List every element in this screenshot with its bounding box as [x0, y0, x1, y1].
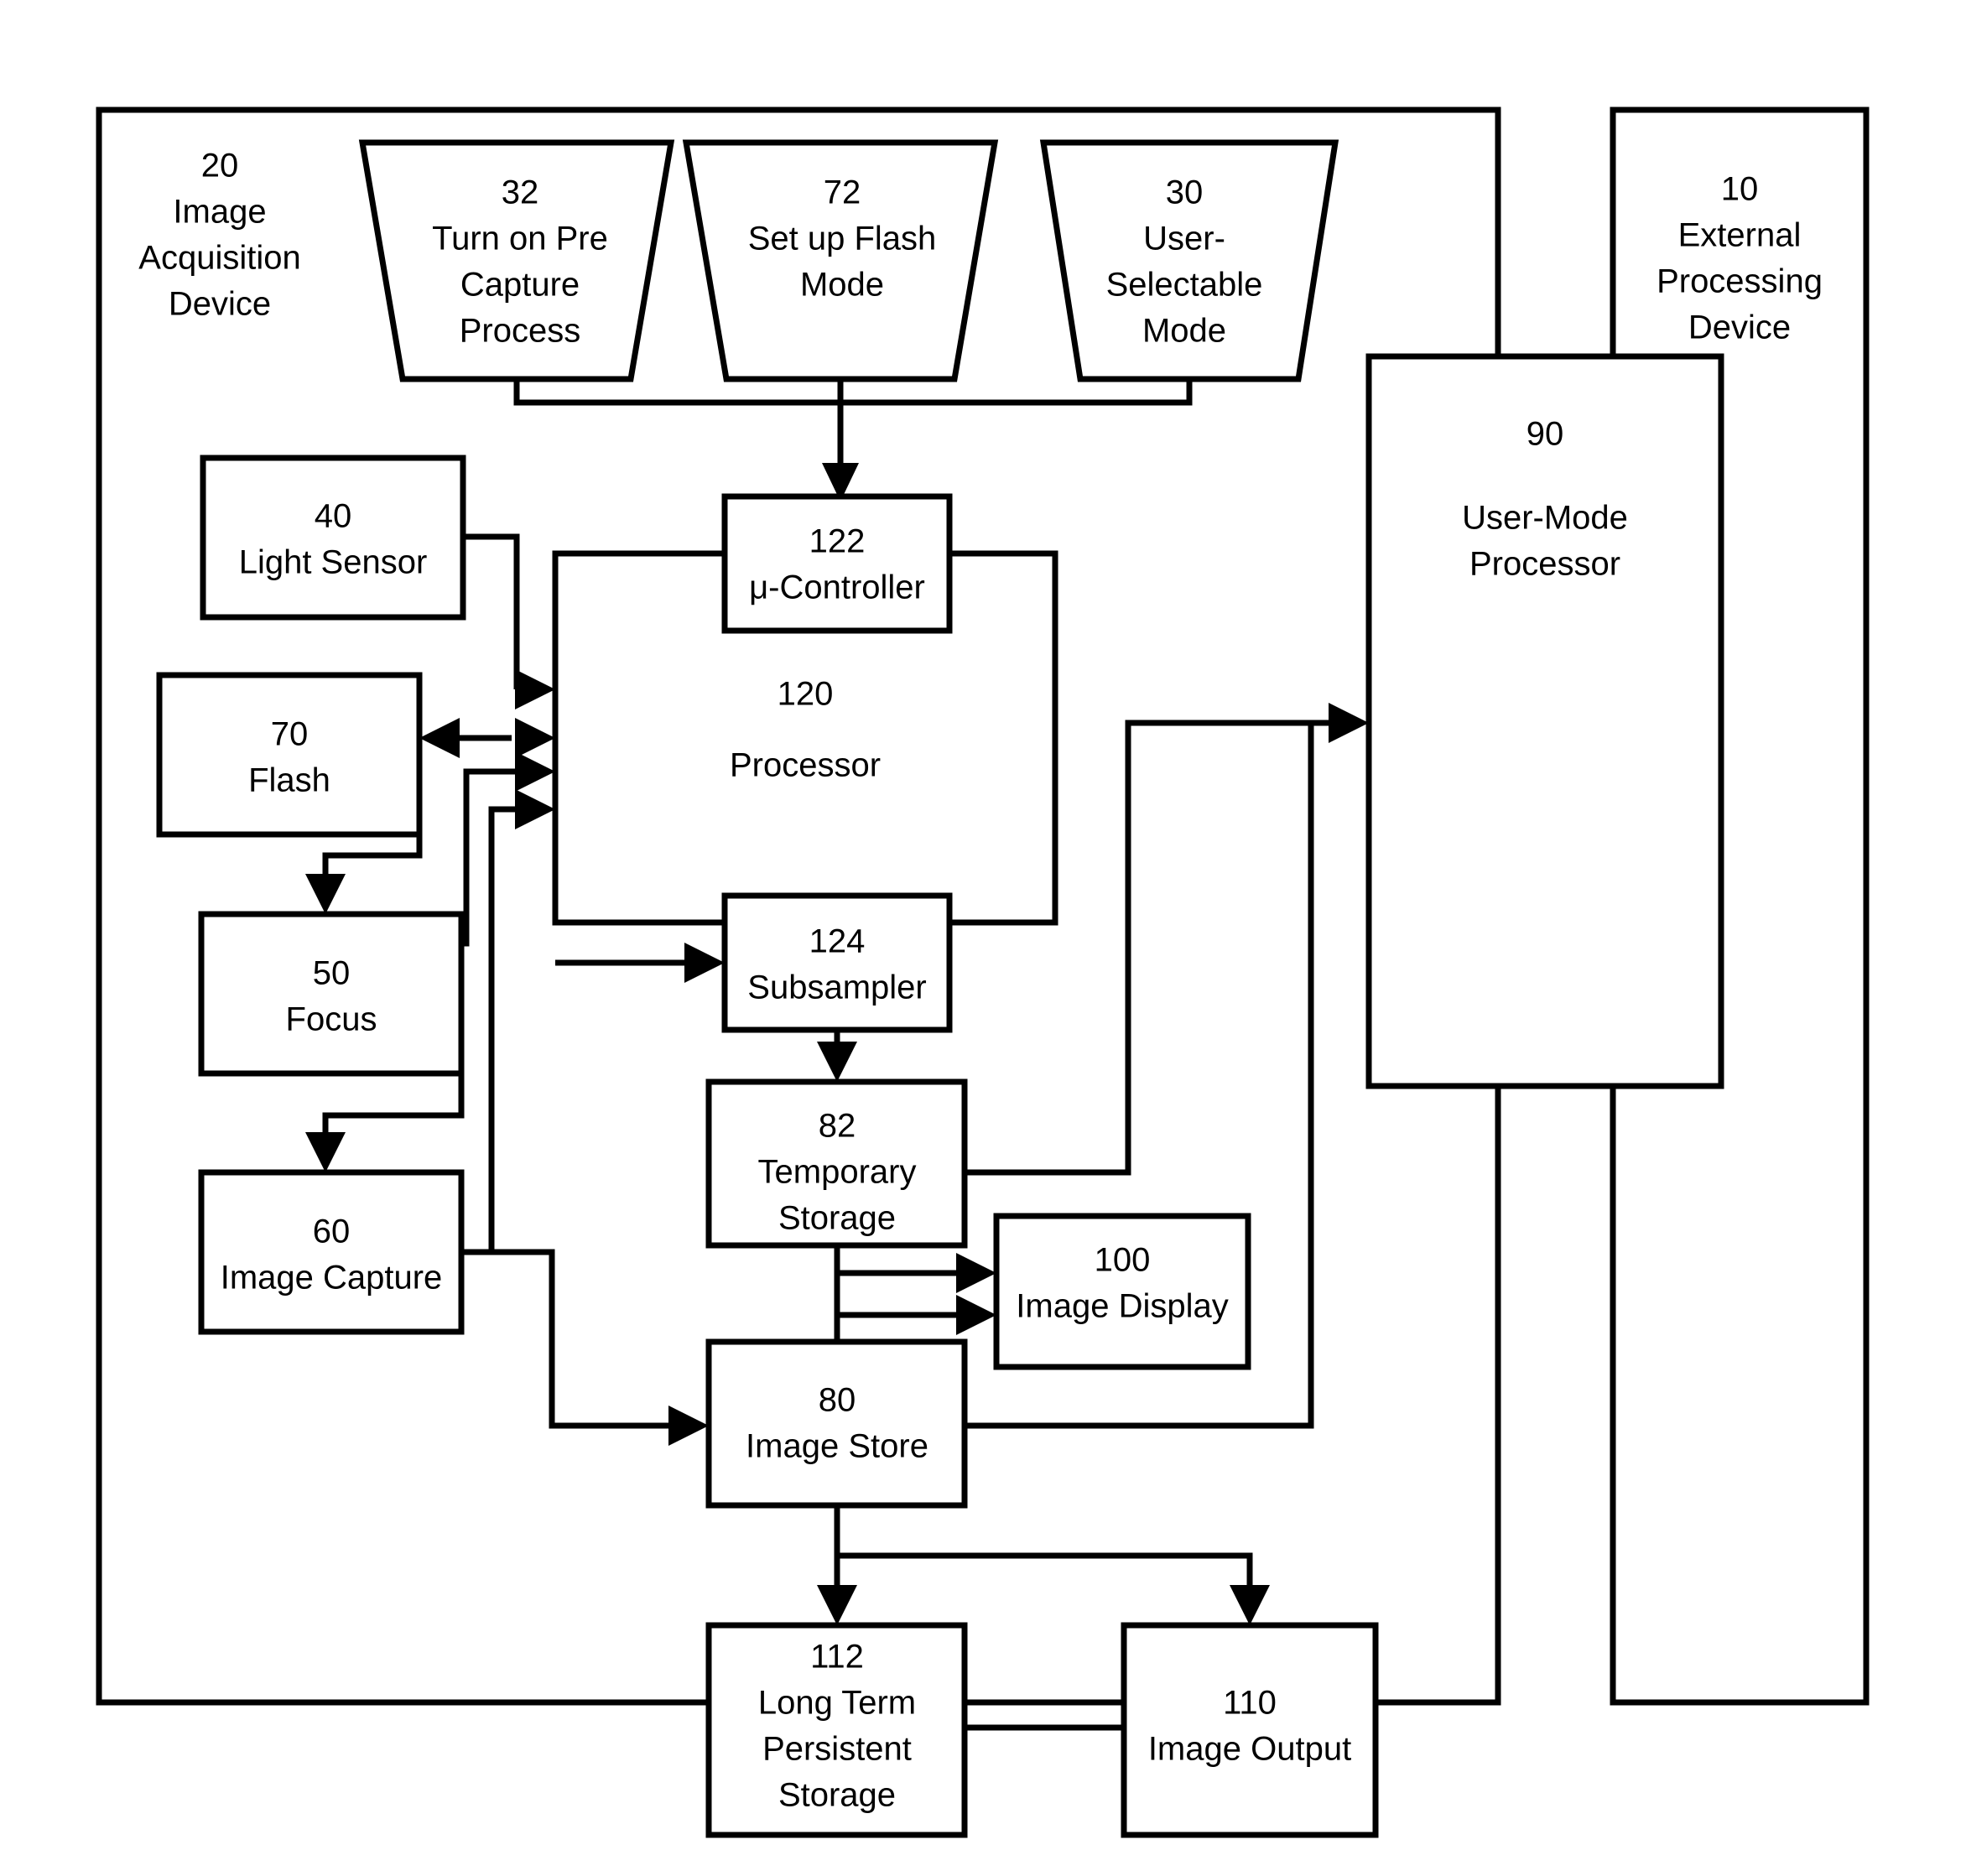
trapezoid-72-line2: Mode [800, 267, 884, 304]
block-image-store[interactable] [705, 1338, 968, 1509]
container-10-line2: Processing [1657, 263, 1823, 300]
arrowhead-image-store-to-image-display [956, 1295, 996, 1335]
arrowhead-image-capture-to-processor [515, 789, 555, 829]
block-112-line2: Persistent [762, 1731, 912, 1768]
block-70-ref: 70 [271, 716, 309, 753]
block-90-line2: Processor [1469, 546, 1620, 583]
block-120-line1: Processor [730, 747, 881, 784]
block-light-sensor[interactable] [200, 455, 466, 621]
connection-temporary-storage-to-user-mode-processor [965, 720, 1334, 1176]
block-82-line1: Temporary [758, 1154, 917, 1191]
block-110-ref: 110 [1223, 1685, 1277, 1722]
container-10-line1: External [1678, 217, 1802, 254]
block-40-ref: 40 [315, 498, 352, 535]
trapezoid-30-line3: Mode [1142, 313, 1226, 350]
block-subsampler[interactable] [721, 892, 953, 1033]
arrowhead-processor-to-subsampler [684, 943, 725, 983]
block-100-ref: 100 [1095, 1242, 1151, 1279]
trapezoid-32-line2: Capture [460, 267, 580, 304]
container-20-line3: Device [169, 286, 271, 323]
block-50-ref: 50 [313, 955, 351, 992]
block-124-ref: 124 [809, 923, 866, 960]
connection-image-capture-to-image-store [461, 1249, 678, 1429]
arrowhead-image-store-to-long-term-storage [817, 1585, 857, 1625]
block-80-line1: Image Store [746, 1428, 928, 1465]
block-110-line1: Image Output [1148, 1731, 1351, 1768]
block-112-ref: 112 [810, 1639, 864, 1676]
block-122-line1: μ-Controller [749, 569, 925, 606]
arrowhead-subsampler-to-temporary-storage [817, 1042, 857, 1082]
block-80-ref: 80 [819, 1382, 856, 1419]
connection-trapezoid-bus [513, 379, 1193, 406]
block-122-ref: 122 [809, 523, 866, 560]
block-40-line1: Light Sensor [239, 544, 428, 581]
block-82-ref: 82 [819, 1108, 856, 1145]
container-20-ref: 20 [201, 148, 239, 184]
block-image-capture[interactable] [198, 1169, 465, 1335]
block-70-line1: Flash [248, 762, 330, 799]
trapezoid-32-line3: Process [460, 313, 581, 350]
connection-image-store-to-image-output [837, 1552, 1253, 1598]
container-20-line1: Image [173, 194, 266, 231]
arrowhead-light-sensor-to-processor [515, 669, 555, 709]
block-50-line1: Focus [286, 1001, 377, 1038]
arrowhead-flash-to-focus [305, 874, 346, 914]
block-112-line1: Long Term [758, 1685, 916, 1722]
arrowhead-image-store-to-image-output [1230, 1585, 1270, 1625]
trapezoid-30-line2: Selectable [1106, 267, 1263, 304]
block-112-line3: Storage [778, 1777, 896, 1814]
connection-light-sensor-to-processor [463, 533, 520, 689]
block-100-line1: Image Display [1016, 1288, 1228, 1325]
container-10-ref: 10 [1721, 171, 1759, 208]
trapezoid-32-line1: Turn on Pre [432, 221, 608, 257]
block-90-ref: 90 [1527, 416, 1564, 453]
block-90-line1: User-Mode [1462, 500, 1628, 537]
connection-image-capture-to-processor [461, 806, 520, 1255]
arrowhead-temporary-storage-to-image-display [956, 1253, 996, 1293]
trapezoid-30-line1: User- [1143, 221, 1225, 257]
arrowhead-to-user-mode-processor [1329, 703, 1369, 743]
arrowhead-image-capture-to-image-store [668, 1406, 709, 1446]
container-10-line3: Device [1688, 309, 1791, 346]
trapezoid-72-ref: 72 [824, 174, 861, 211]
arrowhead-focus-to-image-capture [305, 1132, 346, 1172]
block-microcontroller[interactable] [721, 493, 953, 634]
trapezoid-72-line1: Set up Flash [748, 221, 937, 257]
block-user-mode-processor[interactable] [1365, 353, 1724, 1089]
block-124-line1: Subsampler [747, 969, 926, 1006]
connection-focus-to-image-capture [322, 1073, 465, 1146]
container-20-line2: Acquisition [138, 240, 300, 277]
block-60-line1: Image Capture [221, 1260, 443, 1297]
block-diagram: 20 Image Acquisition Device 10 External … [96, 107, 1870, 1838]
trapezoid-32-ref: 32 [502, 174, 539, 211]
block-focus[interactable] [198, 911, 465, 1077]
block-120-ref: 120 [778, 676, 834, 713]
block-60-ref: 60 [313, 1213, 351, 1250]
block-82-line2: Storage [778, 1200, 896, 1237]
trapezoid-30-ref: 30 [1166, 174, 1204, 211]
block-flash[interactable] [156, 672, 423, 838]
figure-canvas: 20 Image Acquisition Device 10 External … [0, 0, 1966, 1876]
arrowhead-flash-right [515, 718, 555, 758]
arrowhead-flash-left [419, 718, 460, 758]
arrowhead-focus-to-processor [515, 751, 555, 792]
